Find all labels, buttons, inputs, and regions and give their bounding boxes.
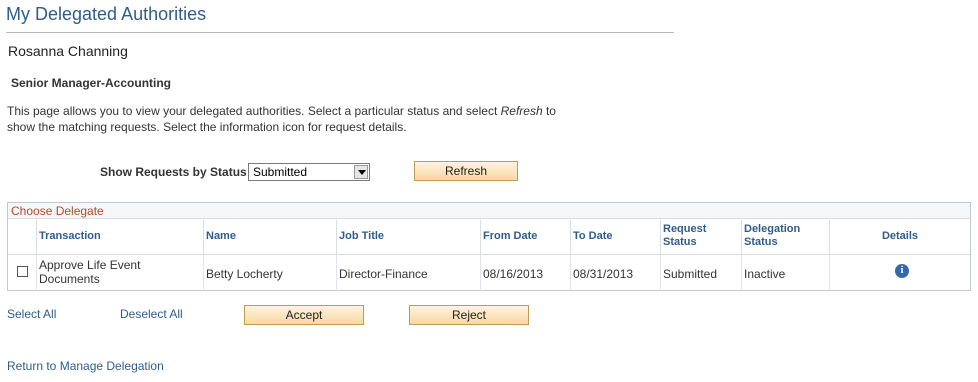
column-header-from-date: From Date xyxy=(481,220,571,254)
cell-job-title: Director-Finance xyxy=(337,254,481,291)
delegator-name: Rosanna Channing xyxy=(8,43,128,59)
instructions-emphasis: Refresh xyxy=(500,104,543,118)
column-header-job-title: Job Title xyxy=(337,220,481,254)
column-header-request-status-line2: Status xyxy=(663,236,697,248)
select-all-link[interactable]: Select All xyxy=(7,307,56,321)
accept-button[interactable]: Accept xyxy=(244,305,364,325)
status-filter-label: Show Requests by Status xyxy=(100,165,247,179)
status-filter-value: Submitted xyxy=(253,165,308,179)
column-header-delegation-status-line1: Delegation xyxy=(744,223,801,235)
dropdown-arrow-icon[interactable] xyxy=(354,165,368,179)
title-divider xyxy=(6,32,674,33)
cell-name: Betty Locherty xyxy=(204,254,337,291)
cell-from-date: 08/16/2013 xyxy=(481,254,571,291)
column-header-transaction: Transaction xyxy=(37,220,204,254)
column-header-request-status-line1: Request xyxy=(663,223,707,235)
cell-delegation-status: Inactive xyxy=(742,254,830,291)
return-to-manage-delegation-link[interactable]: Return to Manage Delegation xyxy=(7,359,164,373)
column-header-delegation-status-line2: Status xyxy=(744,236,778,248)
info-icon[interactable]: i xyxy=(895,264,909,278)
reject-button[interactable]: Reject xyxy=(409,305,529,325)
row-select-checkbox[interactable] xyxy=(17,266,28,277)
cell-to-date: 08/31/2013 xyxy=(571,254,661,291)
cell-request-status: Submitted xyxy=(661,254,742,291)
status-filter-select[interactable]: Submitted xyxy=(248,163,370,181)
instructions-part-1: This page allows you to view your delega… xyxy=(7,104,501,118)
refresh-button[interactable]: Refresh xyxy=(414,161,518,181)
select-column-header xyxy=(8,220,37,254)
column-header-request-status: Request Status xyxy=(661,220,742,254)
page-title: My Delegated Authorities xyxy=(6,4,207,24)
column-header-details: Details xyxy=(881,230,919,242)
column-header-delegation-status: Delegation Status xyxy=(742,220,830,254)
delegator-job-title: Senior Manager-Accounting xyxy=(11,76,172,90)
cell-transaction: Approve Life Event Documents xyxy=(37,254,204,291)
deselect-all-link[interactable]: Deselect All xyxy=(120,307,183,321)
column-header-name: Name xyxy=(204,220,337,254)
delegate-grid: Choose Delegate Transaction Name Job Tit… xyxy=(7,202,971,291)
instructions-text: This page allows you to view your delega… xyxy=(7,103,587,135)
column-header-to-date: To Date xyxy=(571,220,661,254)
grid-title: Choose Delegate xyxy=(8,203,970,219)
